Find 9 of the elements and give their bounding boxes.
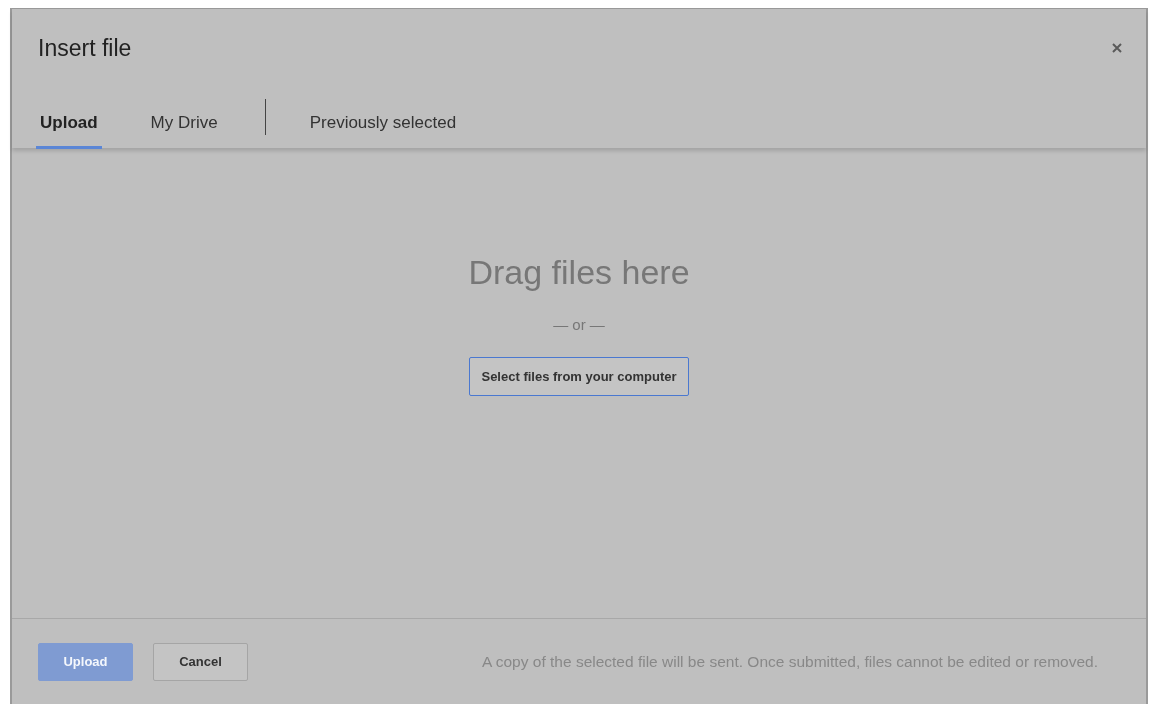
tab[interactable]: Upload [36, 99, 102, 149]
select-files-button[interactable]: Select files from your computer [469, 357, 689, 396]
tab[interactable]: Previously selected [305, 99, 461, 149]
or-separator: — or — [553, 316, 605, 333]
close-icon [1112, 43, 1122, 53]
dialog-title: Insert file [38, 34, 132, 62]
footer-button[interactable]: Cancel [153, 642, 248, 681]
tab[interactable]: My Drive [146, 99, 222, 149]
drop-heading: Drag files here [468, 253, 690, 292]
